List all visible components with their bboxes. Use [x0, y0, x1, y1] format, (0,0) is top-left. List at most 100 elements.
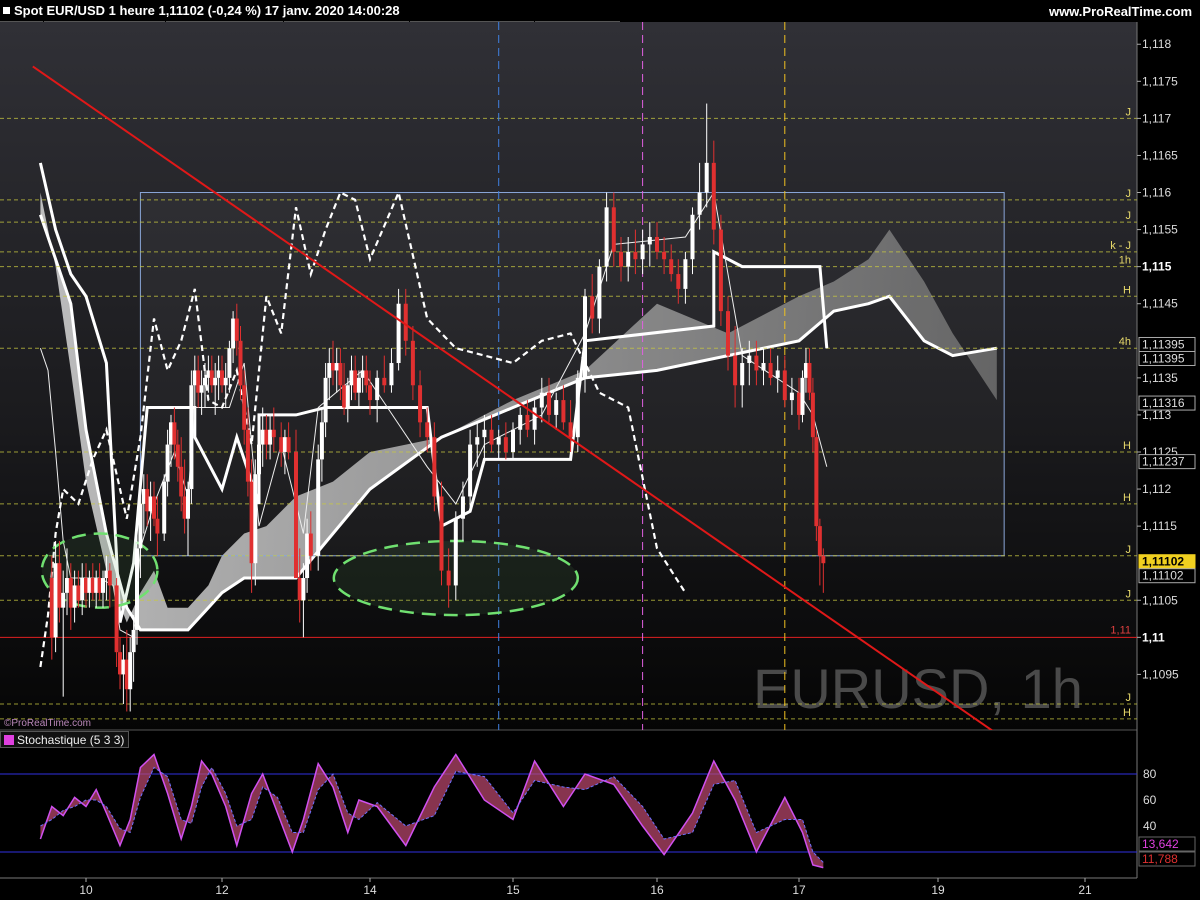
- candle-body: [604, 207, 609, 267]
- level-label: J: [1126, 544, 1132, 556]
- price-box: 1,11395: [1138, 336, 1196, 352]
- candle-body: [425, 422, 430, 438]
- price-tick-label: 1,1105: [1142, 593, 1178, 607]
- candle-body: [775, 370, 780, 378]
- candle-body: [242, 385, 247, 430]
- time-tick-label: 12: [215, 883, 229, 897]
- price-tick-label: 1,1135: [1142, 371, 1178, 385]
- candle-body: [410, 340, 415, 386]
- candle-body: [446, 570, 451, 586]
- candle-body: [814, 437, 819, 527]
- candle-body: [53, 563, 58, 638]
- candle-body: [257, 444, 261, 475]
- level-label: J: [1126, 106, 1132, 118]
- symbol-watermark: EURUSD, 1h: [753, 657, 1083, 720]
- level-label-red: 1,11: [1110, 624, 1131, 636]
- candle-body: [518, 414, 523, 430]
- chart-canvas[interactable]: EURUSD, 1hJJJk - J1hH4hHHJJJH1,111,1181,…: [0, 0, 1200, 900]
- candle-body: [338, 363, 343, 386]
- prorealtime-watermark: ©ProRealTime.com: [4, 718, 92, 729]
- candle-body: [245, 429, 250, 482]
- candle-body: [331, 363, 335, 371]
- stochastic-tick-label: 40: [1143, 819, 1157, 833]
- candle-body: [554, 400, 559, 415]
- price-box: 1,11102: [1138, 554, 1196, 570]
- candle-body: [676, 274, 681, 289]
- candle-body: [375, 377, 380, 401]
- candle-body: [633, 251, 638, 260]
- price-tick-label: 1,115: [1142, 260, 1172, 274]
- candle-body: [253, 474, 258, 564]
- candle-body: [364, 370, 369, 386]
- candle-body: [238, 340, 243, 386]
- candle-body: [403, 303, 408, 341]
- legend-item-stochastique[interactable]: Stochastique (5 3 3): [0, 731, 130, 748]
- stochastic-value-label: 13,642: [1142, 837, 1179, 851]
- candle-body: [640, 244, 645, 260]
- candle-body: [503, 437, 508, 452]
- candle-body: [349, 370, 354, 386]
- candle-body: [135, 548, 139, 630]
- candle-body: [683, 259, 688, 289]
- time-tick-label: 19: [931, 883, 945, 897]
- time-tick-label: 15: [506, 883, 520, 897]
- candle-body: [72, 585, 77, 608]
- candle-body: [547, 392, 551, 415]
- candle-body: [334, 363, 339, 371]
- candle-body: [726, 311, 730, 356]
- price-box: 1,11237: [1138, 454, 1196, 470]
- candle-body: [356, 377, 361, 393]
- candle-body: [532, 407, 537, 430]
- candle-body: [260, 429, 265, 445]
- price-box-label: 1,11102: [1142, 555, 1184, 569]
- legend-swatch-icon: [4, 734, 14, 745]
- candle-body: [669, 259, 674, 275]
- level-label: 1h: [1119, 255, 1131, 267]
- candle-body: [468, 444, 473, 497]
- candle-body: [389, 363, 394, 386]
- candle-body: [172, 422, 177, 445]
- candle-body: [196, 370, 201, 393]
- candle-body: [662, 251, 667, 260]
- candle-body: [561, 400, 566, 423]
- candle-body: [619, 251, 623, 267]
- candle-body: [316, 459, 321, 556]
- candle-body: [286, 437, 291, 452]
- candle-body: [768, 363, 773, 378]
- candle-body: [460, 496, 465, 519]
- candle-body: [199, 385, 204, 393]
- candle-body: [575, 377, 580, 438]
- candle-body: [754, 355, 759, 371]
- candle-body: [482, 429, 487, 438]
- candle-body: [626, 251, 631, 267]
- price-tick-label: 1,1175: [1142, 74, 1178, 88]
- candle-body: [57, 563, 62, 608]
- candle-body: [747, 355, 752, 364]
- candle-body: [353, 370, 358, 393]
- candle-body: [740, 363, 745, 386]
- candle-body: [432, 437, 437, 497]
- price-box: 1,11316: [1138, 395, 1196, 411]
- candle-body: [76, 585, 81, 601]
- stochastic-tick-label: 60: [1143, 793, 1157, 807]
- candle-body: [186, 489, 190, 519]
- price-box-label: 1,11395: [1142, 337, 1185, 351]
- price-tick-label: 1,118: [1142, 37, 1171, 51]
- candle-body: [583, 296, 587, 378]
- candle-body: [453, 518, 458, 586]
- candle-body: [323, 377, 328, 423]
- candle-body: [294, 451, 298, 579]
- candle-body: [525, 414, 530, 430]
- price-tick-label: 1,1155: [1142, 223, 1178, 237]
- price-box: 1,11102: [1138, 568, 1196, 584]
- level-label: J: [1126, 210, 1132, 222]
- candle-body: [800, 377, 805, 415]
- candle-body: [80, 578, 85, 601]
- candle-body: [810, 392, 815, 438]
- candle-body: [475, 437, 480, 445]
- candle-body: [489, 429, 494, 445]
- candle-body: [496, 437, 501, 445]
- price-tick-label: 1,112: [1142, 482, 1171, 496]
- candle-body: [227, 348, 232, 378]
- price-box-label: 1,11395: [1142, 351, 1185, 365]
